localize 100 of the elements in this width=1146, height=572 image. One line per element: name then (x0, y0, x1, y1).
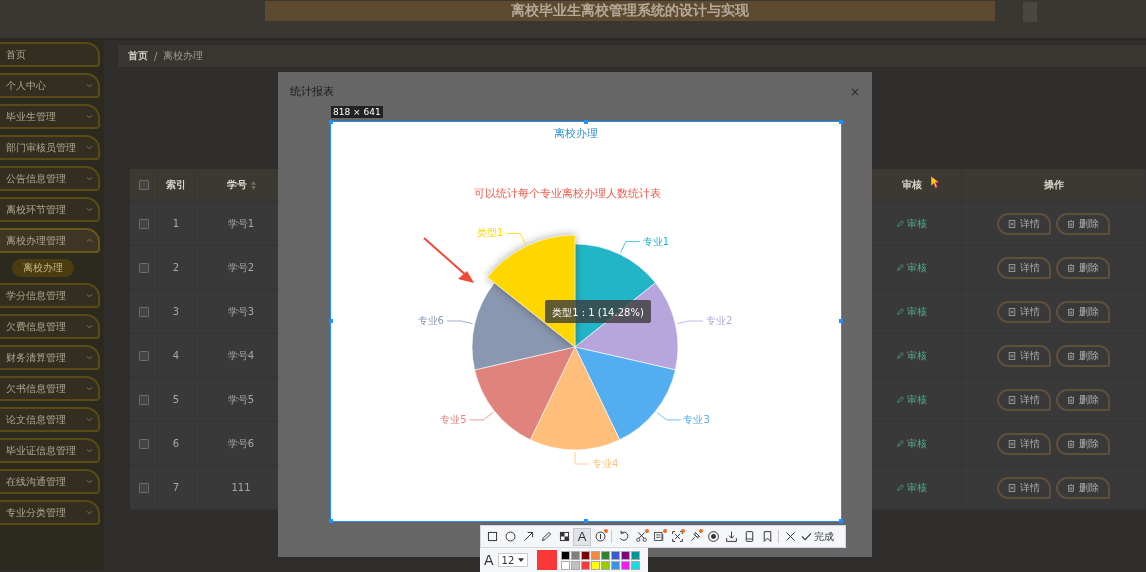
row-checkbox[interactable] (138, 350, 149, 361)
audit-link[interactable]: 审核 (906, 480, 927, 495)
details-button[interactable]: 详情 (997, 300, 1051, 323)
resize-handle[interactable] (329, 519, 333, 523)
audit-link[interactable]: 审核 (906, 436, 927, 451)
delete-button[interactable]: 删除 (1056, 344, 1110, 367)
color-swatch[interactable] (590, 550, 600, 560)
breadcrumb-link[interactable]: 离校办理 (163, 49, 204, 63)
sidebar-item[interactable]: 个人中心 (0, 73, 100, 98)
trash-icon (1067, 483, 1075, 492)
resize-handle[interactable] (329, 120, 333, 124)
delete-button[interactable]: 删除 (1056, 212, 1110, 235)
row-checkbox[interactable] (138, 482, 149, 493)
sort-icon[interactable] (250, 180, 256, 190)
details-button[interactable]: 详情 (997, 476, 1051, 499)
color-swatch[interactable] (570, 550, 580, 560)
row-checkbox[interactable] (138, 394, 149, 405)
resize-handle[interactable] (584, 120, 588, 124)
color-swatch[interactable] (560, 560, 570, 570)
row-checkbox[interactable] (138, 306, 149, 317)
audit-link[interactable]: 审核 (906, 216, 927, 231)
audit-link[interactable]: 审核 (906, 348, 927, 363)
details-button[interactable]: 详情 (997, 432, 1051, 455)
sidebar-item[interactable]: 部门审核员管理 (0, 135, 100, 160)
table-cell: 学号6 (227, 436, 255, 451)
details-button[interactable]: 详情 (997, 212, 1051, 235)
row-checkbox[interactable] (138, 262, 149, 273)
resize-handle[interactable] (839, 319, 843, 323)
delete-button[interactable]: 删除 (1056, 256, 1110, 279)
sidebar-item[interactable]: 欠费信息管理 (0, 314, 100, 339)
delete-button[interactable]: 删除 (1056, 300, 1110, 323)
color-swatch[interactable] (590, 560, 600, 570)
document-icon (1008, 351, 1016, 360)
done-button[interactable]: 完成 (799, 529, 836, 544)
color-swatch[interactable] (580, 550, 590, 560)
row-checkbox[interactable] (138, 218, 149, 229)
table-cell: 学号5 (227, 392, 255, 407)
resize-handle[interactable] (839, 120, 843, 124)
color-swatch[interactable] (610, 560, 620, 570)
delete-button[interactable]: 删除 (1056, 432, 1110, 455)
color-swatch[interactable] (630, 550, 640, 560)
row-checkbox[interactable] (138, 438, 149, 449)
color-swatch[interactable] (610, 550, 620, 560)
chevron-icon (86, 207, 93, 212)
sidebar-item[interactable]: 毕业生管理 (0, 104, 100, 129)
tooltip-text: 类型1 : 1 (14.28%) (552, 306, 644, 318)
leader-line (620, 241, 641, 253)
sidebar-item[interactable]: 首页 (0, 42, 100, 67)
details-button[interactable]: 详情 (997, 256, 1051, 279)
document-icon (1008, 483, 1016, 492)
column-header[interactable]: 学号 (226, 178, 247, 192)
audit-link[interactable]: 审核 (906, 392, 927, 407)
slice-label: 专业2 (706, 314, 733, 326)
sidebar-item[interactable]: 公告信息管理 (0, 166, 100, 191)
details-button[interactable]: 详情 (997, 388, 1051, 411)
sidebar-item[interactable]: 在线沟通管理 (0, 469, 100, 494)
color-swatch[interactable] (620, 560, 630, 570)
breadcrumb-link[interactable]: 首页 (128, 49, 148, 63)
chevron-icon (86, 324, 93, 329)
delete-button[interactable]: 删除 (1056, 388, 1110, 411)
color-swatch[interactable] (570, 560, 580, 570)
sidebar-subitem[interactable]: 离校办理 (12, 259, 74, 277)
color-swatch[interactable] (580, 560, 590, 570)
trash-icon (1067, 219, 1075, 228)
sidebar-item[interactable]: 离校办理管理 (0, 228, 100, 253)
sidebar-item[interactable]: 财务清算管理 (0, 345, 100, 370)
sidebar-item[interactable]: 离校环节管理 (0, 197, 100, 222)
chevron-icon (86, 448, 93, 453)
resize-handle[interactable] (329, 319, 333, 323)
pie-slice[interactable] (471, 282, 576, 371)
leader-line (505, 233, 526, 245)
table-cell: 学号4 (227, 348, 255, 363)
details-button[interactable]: 详情 (997, 344, 1051, 367)
table-cell: 6 (172, 438, 180, 449)
sidebar-item[interactable]: 专业分类管理 (0, 500, 100, 525)
sidebar-item[interactable]: 学分信息管理 (0, 283, 100, 308)
pencil-icon (896, 308, 904, 315)
pencil-icon (896, 220, 904, 227)
table-cell: 学号1 (227, 216, 255, 231)
audit-link[interactable]: 审核 (906, 260, 927, 275)
color-swatch[interactable] (620, 550, 630, 560)
text-tool[interactable]: A (573, 527, 591, 546)
resize-handle[interactable] (584, 519, 588, 523)
pencil-icon (896, 484, 904, 491)
sidebar-item[interactable]: 论文信息管理 (0, 407, 100, 432)
delete-button[interactable]: 删除 (1056, 476, 1110, 499)
color-swatch[interactable] (600, 550, 610, 560)
select-all-checkbox[interactable] (138, 180, 149, 190)
sidebar-item[interactable]: 欠书信息管理 (0, 376, 100, 401)
pencil-icon (896, 352, 904, 359)
trash-icon (1067, 351, 1075, 360)
color-swatch[interactable] (600, 560, 610, 570)
sidebar-item[interactable]: 毕业证信息管理 (0, 438, 100, 463)
pencil-icon (896, 440, 904, 447)
font-size-select[interactable]: 12 (497, 553, 528, 567)
audit-link[interactable]: 审核 (906, 304, 927, 319)
document-icon (1008, 395, 1016, 404)
color-swatch[interactable] (560, 550, 570, 560)
color-swatch[interactable] (630, 560, 640, 570)
resize-handle[interactable] (839, 519, 843, 523)
